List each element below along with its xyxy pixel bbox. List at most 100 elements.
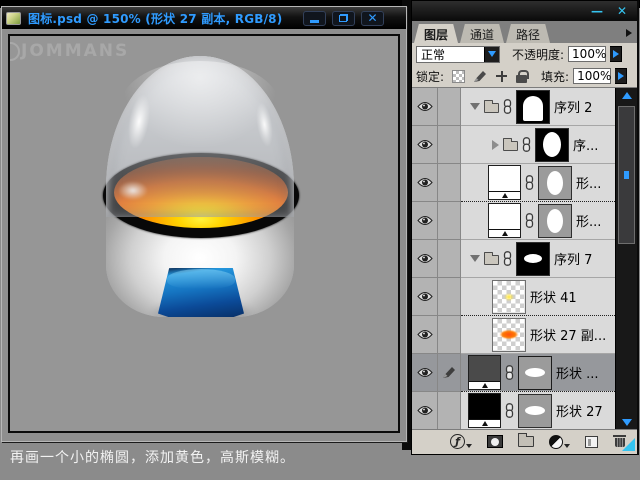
layer-name[interactable]: 形状 27 (556, 401, 603, 420)
layer-row-fill[interactable]: 形... (412, 164, 637, 202)
layer-name[interactable]: 形状 ... (556, 363, 599, 382)
opacity-spinner[interactable] (610, 46, 622, 62)
layer-style-button[interactable]: ƒ (450, 434, 472, 449)
visibility-toggle[interactable] (412, 316, 438, 354)
resize-grip[interactable] (622, 438, 635, 451)
layer-row-group[interactable]: 序列 2 (412, 88, 637, 126)
eye-icon (417, 329, 433, 340)
visibility-toggle[interactable] (412, 392, 438, 430)
layer-thumbnail[interactable] (492, 318, 526, 352)
layer-mask-thumbnail[interactable] (538, 204, 572, 238)
layer-name[interactable]: 形状 27 副... (530, 325, 606, 344)
scroll-down-button[interactable] (616, 415, 638, 430)
link-cell[interactable] (438, 392, 461, 430)
layer-row-selected[interactable]: 形状 ... (412, 354, 637, 392)
status-text: 再画一个小的椭圆，添加黄色，高斯模糊。 (10, 447, 295, 467)
fill-spinner[interactable] (615, 68, 627, 84)
layer-name[interactable]: 形... (576, 173, 601, 192)
layer-thumbnail[interactable] (488, 203, 521, 238)
link-cell[interactable] (438, 316, 461, 354)
chain-link-icon (525, 175, 534, 190)
visibility-toggle[interactable] (412, 126, 438, 164)
layer-name[interactable]: 序列 2 (554, 97, 592, 116)
new-group-button[interactable] (518, 436, 534, 447)
fill-field[interactable]: 100% (573, 68, 611, 84)
palette-minimize-button[interactable]: — (591, 5, 603, 17)
new-layer-button[interactable] (585, 436, 598, 448)
layer-thumbnail[interactable] (468, 355, 501, 390)
folder-icon (503, 141, 518, 151)
visibility-toggle[interactable] (412, 278, 438, 316)
layer-mask-thumbnail[interactable] (516, 242, 550, 276)
layer-row-shape[interactable]: 形状 27 副... (412, 316, 637, 354)
visibility-toggle[interactable] (412, 354, 438, 392)
add-mask-button[interactable] (487, 435, 503, 448)
chain-link-icon (503, 99, 512, 114)
lock-row: 锁定: 填充: 100% (412, 65, 637, 87)
layer-mask-thumbnail[interactable] (518, 356, 552, 390)
layer-mask-thumbnail[interactable] (535, 128, 569, 162)
lock-all-icon[interactable] (516, 70, 527, 83)
layer-mask-thumbnail[interactable] (538, 166, 572, 200)
lock-position-icon[interactable] (495, 70, 508, 83)
visibility-toggle[interactable] (412, 202, 438, 240)
blend-dropdown-button[interactable] (484, 47, 499, 62)
eye-icon (417, 367, 433, 378)
link-cell[interactable] (438, 278, 461, 316)
blend-mode-row: 正常 不透明度: 100% (412, 43, 637, 65)
palette-titlebar[interactable]: — ✕ (412, 1, 637, 21)
tab-paths[interactable]: 路径 (506, 24, 550, 43)
expand-arrow-icon[interactable] (470, 255, 480, 262)
visibility-toggle[interactable] (412, 88, 438, 126)
close-button[interactable]: ✕ (361, 11, 384, 26)
link-cell[interactable] (438, 126, 461, 164)
link-cell[interactable] (438, 164, 461, 202)
link-cell[interactable] (438, 88, 461, 126)
layer-name[interactable]: 形... (576, 211, 601, 230)
layer-row-shape[interactable]: 形状 41 (412, 278, 637, 316)
tab-channels[interactable]: 通道 (460, 24, 504, 43)
layer-thumbnail[interactable] (492, 280, 526, 314)
layer-row-group[interactable]: 序列 7 (412, 240, 637, 278)
palette-toolbar: ƒ (412, 429, 637, 453)
canvas[interactable]: JOMMANS (8, 34, 400, 433)
layer-mask-thumbnail[interactable] (518, 394, 552, 428)
scroll-up-button[interactable] (616, 88, 638, 103)
chevron-right-icon (613, 50, 619, 58)
chain-link-icon (525, 213, 534, 228)
scrollbar-thumb[interactable] (618, 106, 635, 244)
palette-menu-arrow-icon[interactable] (626, 29, 632, 37)
palette-close-button[interactable]: ✕ (617, 5, 627, 17)
watermark-logo-icon (8, 42, 20, 61)
eye-icon (417, 291, 433, 302)
chain-link-icon (503, 251, 512, 266)
layer-name[interactable]: 形状 41 (530, 287, 577, 306)
link-cell[interactable] (438, 240, 461, 278)
restore-button[interactable] (332, 11, 355, 26)
collapse-arrow-icon[interactable] (492, 140, 499, 150)
minimize-button[interactable] (303, 11, 326, 26)
layer-mask-thumbnail[interactable] (516, 90, 550, 124)
opacity-field[interactable]: 100% (568, 46, 606, 62)
restore-icon (339, 14, 348, 22)
layer-row-group[interactable]: 序... (412, 126, 637, 164)
layer-name[interactable]: 序... (573, 135, 598, 154)
tab-layers[interactable]: 图层 (414, 24, 458, 43)
adjustment-layer-button[interactable] (549, 435, 570, 449)
document-titlebar[interactable]: 图标.psd @ 150% (形状 27 副本, RGB/8) ✕ (2, 7, 406, 29)
visibility-toggle[interactable] (412, 164, 438, 202)
link-cell[interactable] (438, 202, 461, 240)
expand-arrow-icon[interactable] (470, 103, 480, 110)
layer-name[interactable]: 序列 7 (554, 249, 592, 268)
visibility-toggle[interactable] (412, 240, 438, 278)
layer-thumbnail[interactable] (468, 393, 501, 428)
lock-transparency-icon[interactable] (452, 70, 465, 83)
chevron-right-icon (618, 72, 624, 80)
edit-state-cell[interactable] (438, 354, 461, 392)
blend-mode-select[interactable]: 正常 (416, 46, 500, 63)
layer-row-fill[interactable]: 形状 27 (412, 392, 637, 430)
layer-thumbnail[interactable] (488, 165, 521, 200)
layers-scrollbar[interactable] (615, 88, 637, 430)
lock-paint-brush-icon[interactable] (473, 70, 487, 83)
layer-row-fill[interactable]: 形... (412, 202, 637, 240)
